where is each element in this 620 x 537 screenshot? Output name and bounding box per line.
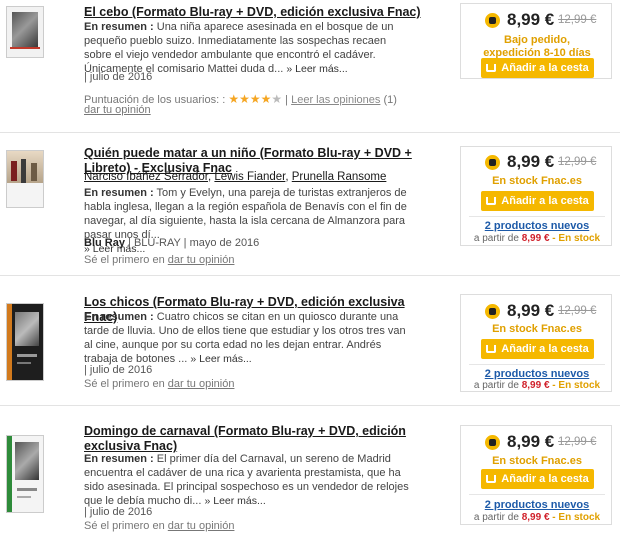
price-box: 8,99 € 12,99 € En stock Fnac.es Añadir a… bbox=[460, 146, 612, 246]
give-opinion: Sé el primero en dar tu opinión bbox=[84, 520, 235, 532]
availability-status: En stock Fnac.es bbox=[492, 455, 582, 467]
separator bbox=[0, 132, 620, 133]
product-summary: En resumen : El primer día del Carnaval,… bbox=[84, 453, 409, 507]
separator bbox=[0, 405, 620, 406]
read-opinions-link[interactable]: Leer las opiniones bbox=[291, 94, 380, 106]
old-price: 12,99 € bbox=[558, 436, 597, 448]
price-box: 8,99 € 12,99 € Bajo pedido, expedición 8… bbox=[460, 3, 612, 79]
read-more-link[interactable]: » Leer más... bbox=[204, 495, 265, 507]
give-opinion: Sé el primero en dar tu opinión bbox=[84, 378, 235, 390]
product-cover-image[interactable] bbox=[6, 150, 44, 208]
add-to-cart-button[interactable]: Añadir a la cesta bbox=[481, 191, 594, 211]
product-title-link[interactable]: El cebo (Formato Blu-ray + DVD, edición … bbox=[84, 5, 429, 20]
new-products-link[interactable]: 2 productos nuevos bbox=[461, 499, 613, 511]
author-link[interactable]: Narciso Ibáñez Serrador bbox=[84, 171, 208, 183]
price: 8,99 € bbox=[507, 432, 555, 451]
cart-icon bbox=[486, 197, 497, 205]
price: 8,99 € bbox=[507, 152, 555, 171]
marketplace-price: a partir de 8,99 € - En stock bbox=[473, 380, 601, 391]
product-meta: | julio de 2016 bbox=[84, 71, 153, 83]
product-meta: | julio de 2016 bbox=[84, 506, 153, 518]
old-price: 12,99 € bbox=[558, 14, 597, 26]
add-to-cart-button[interactable]: Añadir a la cesta bbox=[481, 339, 594, 359]
give-opinion: dar tu opinión bbox=[84, 104, 151, 116]
old-price: 12,99 € bbox=[558, 156, 597, 168]
product-meta: | julio de 2016 bbox=[84, 364, 153, 376]
give-opinion-link[interactable]: dar tu opinión bbox=[168, 520, 235, 532]
marketplace-price: a partir de 8,99 € - En stock bbox=[473, 233, 601, 244]
price: 8,99 € bbox=[507, 301, 555, 320]
read-more-link[interactable]: » Leer más... bbox=[190, 353, 251, 365]
cart-icon bbox=[486, 64, 497, 72]
give-opinion-link[interactable]: dar tu opinión bbox=[84, 104, 151, 116]
product-cover-image[interactable] bbox=[6, 435, 44, 513]
price-box: 8,99 € 12,99 € En stock Fnac.es Añadir a… bbox=[460, 425, 612, 525]
product-cover-image[interactable] bbox=[6, 6, 44, 58]
add-to-cart-button[interactable]: Añadir a la cesta bbox=[481, 58, 594, 78]
new-products-link[interactable]: 2 productos nuevos bbox=[461, 368, 613, 380]
give-opinion-link[interactable]: dar tu opinión bbox=[168, 378, 235, 390]
author-link[interactable]: Lewis Fiander bbox=[214, 171, 285, 183]
read-more-link[interactable]: » Leer más... bbox=[286, 63, 347, 75]
fnac-logo-icon bbox=[485, 13, 500, 28]
divider bbox=[469, 216, 605, 217]
product-meta: Blu Ray | BLU-RAY | mayo de 2016 bbox=[84, 237, 260, 249]
cart-icon bbox=[486, 345, 497, 353]
availability-status: En stock Fnac.es bbox=[492, 323, 582, 335]
divider bbox=[469, 494, 605, 495]
rating-stars: ★★★★★ bbox=[228, 92, 283, 106]
availability-status: Bajo pedido, expedición 8-10 días bbox=[483, 34, 591, 59]
give-opinion: Sé el primero en dar tu opinión bbox=[84, 254, 235, 266]
old-price: 12,99 € bbox=[558, 305, 597, 317]
cart-icon bbox=[486, 475, 497, 483]
new-products-link[interactable]: 2 productos nuevos bbox=[461, 220, 613, 232]
availability-status: En stock Fnac.es bbox=[492, 175, 582, 187]
price-box: 8,99 € 12,99 € En stock Fnac.es Añadir a… bbox=[460, 294, 612, 392]
fnac-logo-icon bbox=[485, 304, 500, 319]
product-summary: En resumen : Cuatro chicos se citan en u… bbox=[84, 311, 406, 365]
fnac-logo-icon bbox=[485, 155, 500, 170]
fnac-logo-icon bbox=[485, 435, 500, 450]
product-title-link[interactable]: Domingo de carnaval (Formato Blu-ray + D… bbox=[84, 424, 429, 454]
author-link[interactable]: Prunella Ransome bbox=[292, 171, 387, 183]
marketplace-price: a partir de 8,99 € - En stock bbox=[473, 512, 601, 523]
product-summary: En resumen : Una niña aparece asesinada … bbox=[84, 21, 394, 75]
divider bbox=[469, 364, 605, 365]
authors: Narciso Ibáñez Serrador, Lewis Fiander, … bbox=[84, 171, 387, 183]
price: 8,99 € bbox=[507, 10, 555, 29]
separator bbox=[0, 275, 620, 276]
add-to-cart-button[interactable]: Añadir a la cesta bbox=[481, 469, 594, 489]
give-opinion-link[interactable]: dar tu opinión bbox=[168, 254, 235, 266]
product-cover-image[interactable] bbox=[6, 303, 44, 381]
